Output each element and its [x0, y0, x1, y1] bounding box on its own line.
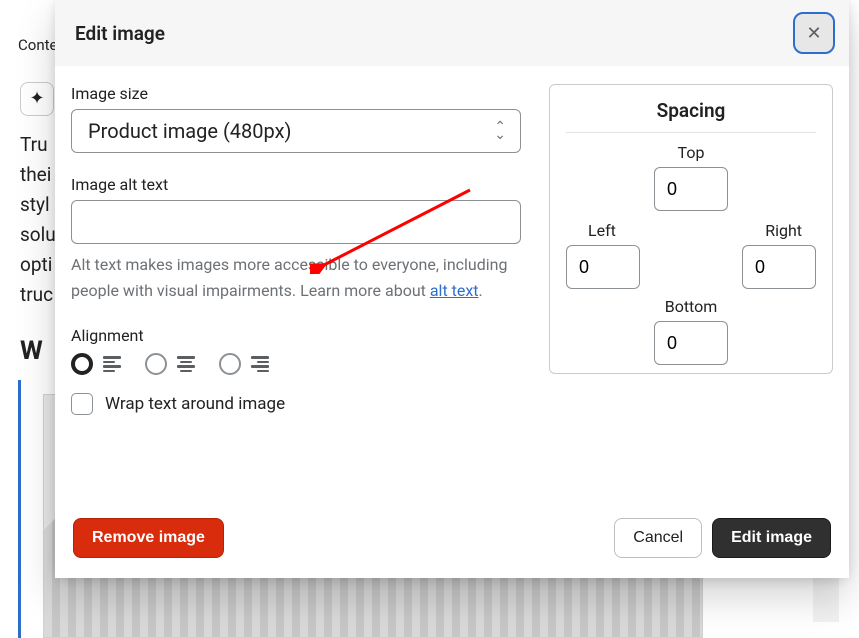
image-size-select[interactable]: Product image (480px) ⌃⌄ — [71, 109, 521, 153]
modal-footer: Remove image Cancel Edit image — [55, 504, 849, 578]
chevron-updown-icon: ⌃⌄ — [494, 123, 506, 139]
bg-heading-w: W — [20, 336, 43, 366]
alignment-label: Alignment — [71, 326, 521, 345]
spacing-panel: Spacing Top Left Right Bottom — [549, 84, 833, 374]
alt-text-help: Alt text makes images more accessible to… — [71, 252, 521, 304]
spacing-title: Spacing — [566, 99, 816, 133]
spacing-bottom-input[interactable] — [654, 321, 728, 365]
close-button[interactable]: ✕ — [793, 12, 835, 54]
alignment-radio-right[interactable] — [219, 353, 241, 375]
image-size-label: Image size — [71, 84, 521, 103]
alt-text-learn-more-link[interactable]: alt text — [430, 281, 479, 300]
spacing-bottom-label: Bottom — [665, 297, 718, 316]
ai-sparkle-icon: ✦ — [20, 82, 54, 116]
wrap-text-label: Wrap text around image — [105, 394, 285, 414]
align-left-icon — [103, 356, 121, 372]
edit-image-modal: Edit image ✕ Image size Product image (4… — [55, 0, 849, 578]
align-center-icon — [177, 356, 195, 372]
spacing-top-label: Top — [678, 143, 705, 162]
bg-text-snippet: Tru thei styl solu opti truc — [20, 130, 56, 310]
image-size-value: Product image (480px) — [88, 119, 292, 143]
modal-title: Edit image — [75, 22, 165, 45]
spacing-top-input[interactable] — [654, 167, 728, 211]
spacing-right-input[interactable] — [742, 245, 816, 289]
alignment-radio-left[interactable] — [71, 353, 93, 375]
spacing-right-label: Right — [765, 221, 802, 240]
spacing-left-input[interactable] — [566, 245, 640, 289]
edit-image-submit-button[interactable]: Edit image — [712, 518, 831, 558]
align-right-icon — [251, 356, 269, 372]
bg-label-content: Conte — [18, 36, 57, 54]
cancel-button[interactable]: Cancel — [614, 518, 702, 558]
remove-image-button[interactable]: Remove image — [73, 518, 224, 558]
alignment-radio-center[interactable] — [145, 353, 167, 375]
close-icon: ✕ — [806, 23, 821, 44]
alt-text-input[interactable] — [71, 200, 521, 244]
wrap-text-checkbox[interactable] — [71, 393, 93, 415]
spacing-left-label: Left — [588, 221, 616, 240]
alt-text-label: Image alt text — [71, 175, 521, 194]
modal-header: Edit image ✕ — [55, 0, 849, 66]
